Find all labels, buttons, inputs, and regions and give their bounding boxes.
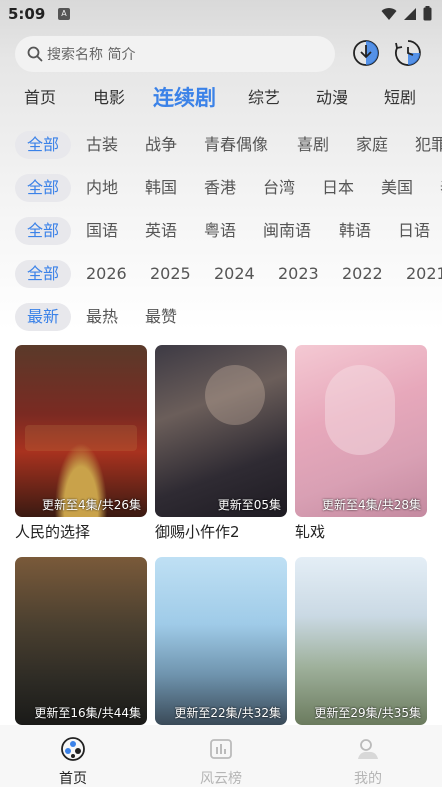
year-filter-row: 全部 2026 2025 2024 2023 2022 2021 — [0, 260, 442, 292]
tab-home[interactable]: 首页 — [24, 80, 56, 116]
year-chip[interactable]: 2026 — [86, 260, 127, 288]
nav-home[interactable]: 首页 — [33, 725, 113, 787]
genre-chip[interactable]: 青春偶像 — [204, 131, 268, 159]
signal-icon — [404, 7, 416, 20]
series-card[interactable]: 更新至22集/共32集 — [155, 557, 287, 725]
series-title: 轧戏 — [295, 523, 326, 541]
tab-anime[interactable]: 动漫 — [316, 80, 348, 116]
region-chip-all[interactable]: 全部 — [15, 174, 72, 202]
language-filter-row: 全部 国语 英语 粤语 闽南语 韩语 日语 — [0, 217, 442, 249]
region-chip[interactable]: 台湾 — [263, 174, 295, 202]
nav-mine-label: 我的 — [354, 771, 382, 787]
episode-badge: 更新至16集/共44集 — [34, 706, 141, 720]
year-chip[interactable]: 2022 — [342, 260, 383, 288]
poster-image: 更新至05集 — [155, 345, 287, 517]
chart-icon — [210, 739, 232, 759]
bottom-nav: 首页 风云榜 我的 — [0, 725, 442, 787]
home-icon — [61, 737, 85, 761]
tab-movies[interactable]: 电影 — [93, 80, 125, 116]
episode-badge: 更新至22集/共32集 — [174, 706, 281, 720]
sort-chip-top-rated[interactable]: 最赞 — [145, 303, 177, 331]
language-chip-all[interactable]: 全部 — [15, 217, 72, 245]
status-bar: 5:09 A — [0, 0, 442, 30]
search-input[interactable]: 搜索名称 简介 — [15, 36, 335, 72]
series-title: 御赐小仵作2 — [155, 523, 240, 541]
language-chip[interactable]: 粤语 — [204, 217, 236, 245]
language-chip[interactable]: 闽南语 — [263, 217, 311, 245]
download-button[interactable] — [351, 38, 381, 68]
language-chip[interactable]: 韩语 — [339, 217, 371, 245]
language-chip[interactable]: 国语 — [86, 217, 118, 245]
poster-image: 更新至4集/共26集 — [15, 345, 147, 517]
history-icon — [395, 40, 421, 66]
search-placeholder: 搜索名称 简介 — [47, 47, 136, 63]
year-chip[interactable]: 2023 — [278, 260, 319, 288]
nav-chart[interactable]: 风云榜 — [181, 725, 261, 787]
series-card[interactable]: 更新至16集/共44集 — [15, 557, 147, 725]
battery-icon — [423, 6, 432, 21]
region-chip[interactable]: 日本 — [322, 174, 354, 202]
genre-filter-row: 全部 古装 战争 青春偶像 喜剧 家庭 犯罪 — [0, 131, 442, 163]
episode-badge: 更新至4集/共28集 — [322, 498, 421, 512]
status-indicators — [381, 6, 432, 21]
region-chip[interactable]: 内地 — [86, 174, 118, 202]
year-chip[interactable]: 2024 — [214, 260, 255, 288]
sort-filter-row: 最新 最热 最赞 — [0, 303, 442, 335]
history-button[interactable] — [393, 38, 423, 68]
profile-icon — [358, 739, 378, 759]
poster-image: 更新至4集/共28集 — [295, 345, 427, 517]
episode-badge: 更新至4集/共26集 — [42, 498, 141, 512]
tab-series[interactable]: 连续剧 — [153, 80, 216, 116]
region-chip[interactable]: 美国 — [381, 174, 413, 202]
nav-mine[interactable]: 我的 — [328, 725, 408, 787]
search-icon — [27, 46, 43, 62]
genre-chip[interactable]: 家庭 — [356, 131, 388, 159]
year-chip-all[interactable]: 全部 — [15, 260, 72, 288]
series-card[interactable]: 更新至4集/共26集 人民的选择 — [15, 345, 147, 542]
region-filter-row: 全部 内地 韩国 香港 台湾 日本 美国 泰国 — [0, 174, 442, 206]
genre-chip[interactable]: 喜剧 — [297, 131, 329, 159]
series-card[interactable]: 更新至4集/共28集 轧戏 — [295, 345, 427, 542]
region-chip[interactable]: 韩国 — [145, 174, 177, 202]
category-tabs: 首页 电影 连续剧 综艺 动漫 短剧 — [0, 80, 442, 116]
genre-chip[interactable]: 战争 — [145, 131, 177, 159]
app-notification-icon: A — [58, 8, 70, 20]
series-card[interactable]: 更新至29集/共35集 — [295, 557, 427, 725]
episode-badge: 更新至29集/共35集 — [314, 706, 421, 720]
download-icon — [353, 40, 379, 66]
sort-chip-hottest[interactable]: 最热 — [86, 303, 118, 331]
language-chip[interactable]: 日语 — [398, 217, 430, 245]
year-chip[interactable]: 2021 — [406, 260, 442, 288]
nav-chart-label: 风云榜 — [200, 771, 242, 787]
tab-variety[interactable]: 综艺 — [248, 80, 280, 116]
wifi-icon — [381, 7, 397, 20]
episode-badge: 更新至05集 — [217, 498, 281, 512]
genre-chip[interactable]: 古装 — [86, 131, 118, 159]
nav-home-label: 首页 — [59, 771, 87, 787]
series-card[interactable]: 更新至05集 御赐小仵作2 — [155, 345, 287, 542]
genre-chip-all[interactable]: 全部 — [15, 131, 72, 159]
poster-image: 更新至29集/共35集 — [295, 557, 427, 725]
poster-image: 更新至22集/共32集 — [155, 557, 287, 725]
year-chip[interactable]: 2025 — [150, 260, 191, 288]
language-chip[interactable]: 英语 — [145, 217, 177, 245]
region-chip[interactable]: 香港 — [204, 174, 236, 202]
tab-short-drama[interactable]: 短剧 — [384, 80, 416, 116]
genre-chip[interactable]: 犯罪 — [415, 131, 442, 159]
status-time: 5:09 — [8, 5, 46, 23]
sort-chip-latest[interactable]: 最新 — [15, 303, 72, 331]
poster-image: 更新至16集/共44集 — [15, 557, 147, 725]
series-title: 人民的选择 — [15, 523, 91, 541]
